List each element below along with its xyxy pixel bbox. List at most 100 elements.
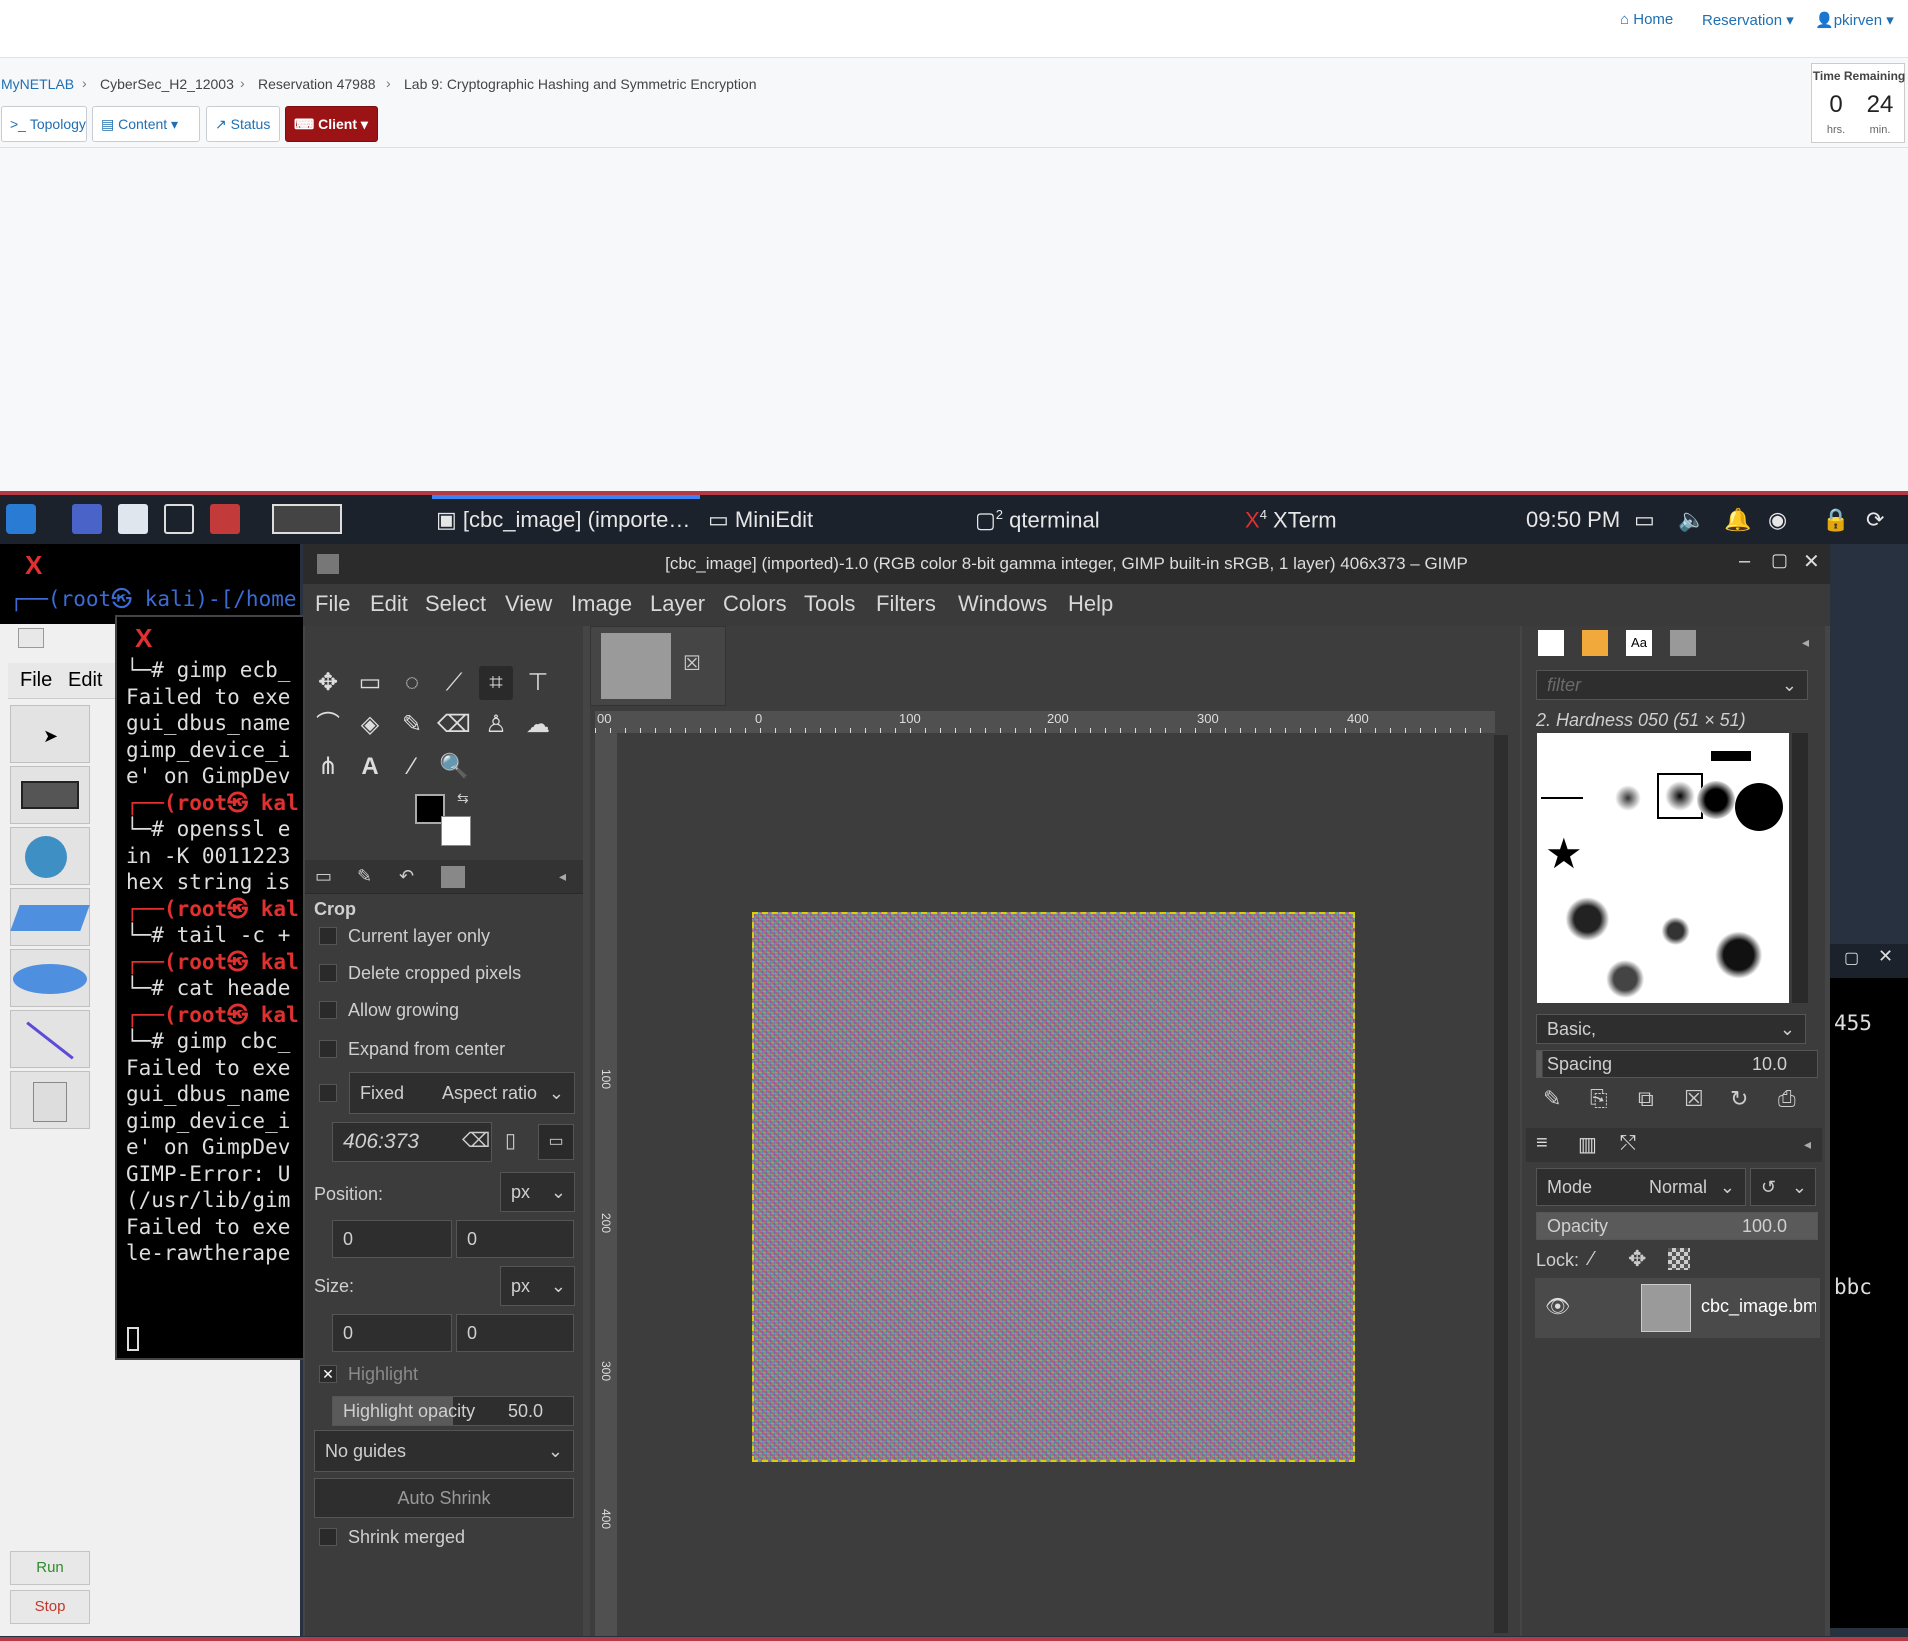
power-manager-icon[interactable]: ◉ xyxy=(1768,507,1787,533)
lock-pixels-icon[interactable]: ⁄ xyxy=(1590,1248,1593,1271)
breadcrumb-reservation[interactable]: Reservation 47988 xyxy=(258,76,376,92)
delete-brush-icon[interactable]: ☒ xyxy=(1684,1086,1704,1112)
user-menu[interactable]: 👤pkirven ▾ xyxy=(1815,11,1894,29)
menu-filters[interactable]: Filters xyxy=(876,591,936,617)
host-tool-icon[interactable] xyxy=(10,766,90,824)
menu-view[interactable]: View xyxy=(505,591,552,617)
size-y-input[interactable]: 0 xyxy=(456,1314,574,1352)
spacing-slider[interactable]: Spacing 10.0 xyxy=(1536,1050,1818,1078)
rect-select-icon[interactable]: ▭ xyxy=(353,666,387,700)
size-x-input[interactable]: 0 xyxy=(332,1314,452,1352)
reservation-menu[interactable]: Reservation ▾ xyxy=(1702,11,1794,29)
stop-button[interactable]: Stop xyxy=(10,1590,90,1624)
run-button[interactable]: Run xyxy=(10,1551,90,1585)
terminal-icon[interactable] xyxy=(164,504,194,534)
switch-tool-icon[interactable] xyxy=(10,888,90,946)
paths-tab-icon[interactable]: ⤲ xyxy=(1620,1132,1636,1155)
brush-medium[interactable] xyxy=(1697,781,1735,819)
color-picker-icon[interactable]: ⁄ xyxy=(395,750,429,784)
tab-menu-icon[interactable]: ◂ xyxy=(1802,634,1809,651)
brush-line[interactable] xyxy=(1541,797,1583,799)
tab-client[interactable]: ⌨ Client ▾ xyxy=(285,106,378,142)
eye-icon[interactable]: 👁 xyxy=(1545,1294,1570,1319)
position-y-input[interactable]: 0 xyxy=(456,1220,574,1258)
undo-history-icon[interactable]: ↶ xyxy=(399,866,414,887)
horizontal-ruler[interactable]: 00 0 100 200 300 400 xyxy=(595,711,1495,733)
brush-scrollbar[interactable] xyxy=(1792,733,1808,1003)
files-icon[interactable] xyxy=(118,504,148,534)
task-gimp[interactable]: ▣ [cbc_image] (importe… xyxy=(436,507,690,533)
menu-layer[interactable]: Layer xyxy=(650,591,705,617)
tab-topology[interactable]: >_ Topology xyxy=(1,106,87,142)
layer-row[interactable]: 👁 cbc_image.bm xyxy=(1535,1278,1820,1338)
tab-content[interactable]: ▤ Content ▾ xyxy=(92,106,200,142)
task-xterm[interactable]: X4 XTerm xyxy=(1245,507,1337,533)
patterns-tab-icon[interactable] xyxy=(1582,630,1608,656)
menu-colors[interactable]: Colors xyxy=(723,591,787,617)
text-tool-icon[interactable]: A xyxy=(353,750,387,784)
composite-mode-dropdown[interactable]: ↺ ⌄ xyxy=(1750,1168,1816,1206)
menu-edit[interactable]: Edit xyxy=(68,669,102,692)
brush-tag-input[interactable]: Basic, ⌄ xyxy=(1536,1014,1806,1044)
maximize-icon[interactable]: ▢ xyxy=(1844,948,1859,968)
controller-tool-icon[interactable] xyxy=(10,827,90,885)
eraser-icon[interactable]: ⌫ xyxy=(437,708,471,742)
volume-icon[interactable]: 🔈 xyxy=(1678,507,1705,533)
menu-file[interactable]: File xyxy=(20,669,52,692)
clear-icon[interactable]: ⌫ xyxy=(462,1128,490,1153)
maximize-icon[interactable]: ▢ xyxy=(1771,550,1788,571)
tab-menu-icon[interactable]: ◂ xyxy=(1804,1136,1811,1153)
layer-name[interactable]: cbc_image.bm xyxy=(1701,1296,1816,1317)
monitor-icon[interactable]: ▭ xyxy=(1634,507,1655,533)
kali-menu-icon[interactable] xyxy=(6,504,36,534)
bucket-fill-icon[interactable]: ◈ xyxy=(353,708,387,742)
highlight-opacity-slider[interactable]: Highlight opacity 50.0 xyxy=(332,1396,574,1426)
router-tool-icon[interactable] xyxy=(10,949,90,1007)
lock-position-icon[interactable]: ✥ xyxy=(1628,1246,1646,1272)
netlink-tool-icon[interactable] xyxy=(10,1071,90,1129)
brush-fuzzy[interactable] xyxy=(1615,785,1641,811)
clone-tool-icon[interactable]: ♙ xyxy=(479,708,513,742)
move-tool-icon[interactable]: ✥ xyxy=(311,666,345,700)
guides-dropdown[interactable]: No guides ⌄ xyxy=(314,1430,574,1472)
highlight-checkbox[interactable]: ✕ xyxy=(319,1365,337,1383)
auto-shrink-button[interactable]: Auto Shrink xyxy=(314,1478,574,1518)
fixed-checkbox[interactable] xyxy=(319,1084,337,1102)
crop-tool-icon[interactable]: ⌗ xyxy=(479,666,513,700)
edit-brush-icon[interactable]: ✎ xyxy=(1543,1086,1561,1112)
menu-tools[interactable]: Tools xyxy=(804,591,855,617)
minimize-icon[interactable]: – xyxy=(1739,550,1750,573)
browser-icon[interactable] xyxy=(210,504,240,534)
fixed-aspect-dropdown[interactable]: Fixed Aspect ratio ⌄ xyxy=(349,1072,575,1114)
image-tab[interactable]: ☒ xyxy=(590,626,726,706)
brush-textures[interactable] xyxy=(1537,883,1789,1003)
size-unit-dropdown[interactable]: px ⌄ xyxy=(500,1266,575,1306)
position-x-input[interactable]: 0 xyxy=(332,1220,452,1258)
refresh-brush-icon[interactable]: ↻ xyxy=(1730,1086,1748,1112)
paths-tool-icon[interactable]: ⋔ xyxy=(311,750,345,784)
channels-tab-icon[interactable]: ▥ xyxy=(1578,1132,1597,1157)
portrait-icon[interactable]: ▯ xyxy=(505,1128,516,1153)
link-tool-icon[interactable] xyxy=(10,1010,90,1068)
brush-hard[interactable] xyxy=(1735,783,1783,831)
images-icon[interactable] xyxy=(441,866,465,888)
allow-growing-checkbox[interactable] xyxy=(319,1001,337,1019)
brush-star[interactable]: ★ xyxy=(1545,833,1583,875)
brush-block[interactable] xyxy=(1711,751,1751,761)
zoom-tool-icon[interactable]: 🔍 xyxy=(437,750,471,784)
canvas-vertical-scrollbar[interactable] xyxy=(1494,735,1508,1633)
layer-opacity-slider[interactable]: Opacity 100.0 xyxy=(1536,1212,1818,1240)
brush-filter-input[interactable]: filter ⌄ xyxy=(1536,670,1808,700)
position-unit-dropdown[interactable]: px ⌄ xyxy=(500,1172,575,1212)
close-icon[interactable]: ✕ xyxy=(1878,946,1893,967)
transform-tool-icon[interactable]: ⊤ xyxy=(521,666,555,700)
close-icon[interactable]: ✕ xyxy=(1803,549,1820,574)
device-status-icon[interactable]: ✎ xyxy=(357,866,372,887)
duplicate-brush-icon[interactable]: ⧉ xyxy=(1638,1086,1654,1112)
tool-options-icon[interactable]: ▭ xyxy=(315,866,332,887)
task-qterminal[interactable]: ▢2 qterminal xyxy=(975,507,1100,533)
landscape-icon[interactable]: ▭ xyxy=(538,1124,574,1160)
open-brush-icon[interactable]: ⎙ xyxy=(1778,1086,1796,1112)
delete-cropped-checkbox[interactable] xyxy=(319,964,337,982)
brush-soft[interactable] xyxy=(1665,781,1695,811)
